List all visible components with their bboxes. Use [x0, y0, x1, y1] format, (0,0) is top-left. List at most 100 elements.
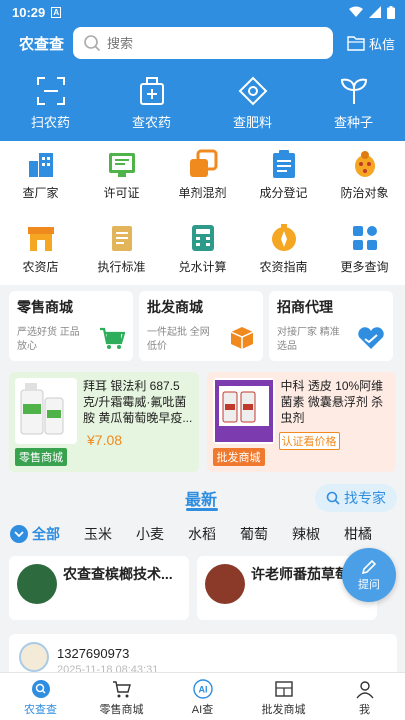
more-grid-icon: [352, 226, 377, 250]
find-expert-button[interactable]: 找专家: [315, 484, 397, 512]
search-box[interactable]: [73, 27, 333, 59]
grid-item-guide[interactable]: 农资指南: [243, 223, 324, 289]
pesticide-bottle-icon: [139, 77, 164, 105]
product-name: 中科 透皮 10%阿维菌素 微囊悬浮剂 杀虫剂: [280, 379, 384, 425]
search-input[interactable]: [107, 35, 307, 51]
shop-title: 批发商城: [147, 299, 203, 315]
grid-item-target[interactable]: 防治对象: [324, 149, 405, 215]
shop-subtitle: 一件起批 全网低价: [147, 327, 210, 352]
tab-me[interactable]: 我: [324, 673, 405, 720]
quick-search-pesticide[interactable]: 查农药: [101, 76, 202, 131]
grid-label: 农资店: [22, 260, 59, 274]
ask-question-label: 提问: [358, 579, 380, 591]
grid-label: 单剂混剂: [178, 186, 227, 200]
category-tab[interactable]: 柑橘: [344, 524, 372, 544]
tab-label: 零售商城: [99, 704, 144, 716]
grid-item-factory[interactable]: 查厂家: [0, 149, 81, 215]
header: 农查查 私信: [0, 26, 405, 60]
function-grid: 查厂家 许可证 单剂混剂 成分登记 防治对象 农资店 执行标准 兑水计算 农资指…: [0, 141, 405, 285]
category-tabs: 全部 玉米 小麦 水稻 葡萄 辣椒 柑橘: [0, 522, 405, 546]
compass-icon: [271, 224, 296, 251]
status-time: 10:29: [12, 4, 46, 20]
category-tab[interactable]: 玉米: [84, 524, 112, 544]
ai-icon: AI: [192, 679, 213, 699]
bug-icon: [354, 151, 375, 177]
private-message-label: 私信: [369, 36, 396, 52]
signal-icon: [369, 6, 381, 18]
license-icon: [108, 153, 135, 177]
product-card-retail[interactable]: 拜耳 银法利 687.5克/升霜霉威·氟吡菌胺 黄瓜葡萄晚早疫... ¥7.08…: [9, 372, 199, 472]
latest-title[interactable]: 最新: [185, 486, 217, 510]
feed-card[interactable]: 农查查槟榔技术...: [9, 556, 189, 620]
product-price: ¥7.08: [87, 432, 123, 448]
tab-wholesale[interactable]: 批发商城: [243, 673, 324, 720]
grid-label: 农资指南: [259, 260, 308, 274]
product-card-wholesale[interactable]: 中科 透皮 10%阿维菌素 微囊悬浮剂 杀虫剂 认证看价格 批发商城: [206, 372, 396, 472]
find-expert-label: 找专家: [344, 490, 386, 506]
feed-title: 农查查槟榔技术...: [63, 566, 173, 582]
grid-item-mix[interactable]: 单剂混剂: [162, 149, 243, 215]
sim-icon: A: [51, 6, 62, 18]
shop-card-wholesale[interactable]: 批发商城 一件起批 全网低价: [139, 291, 263, 361]
pencil-icon: [361, 559, 377, 575]
store-icon: [27, 227, 54, 251]
quick-search-fertilizer[interactable]: 查肥料: [202, 76, 303, 131]
grid-item-register[interactable]: 成分登记: [243, 149, 324, 215]
latest-underline: [186, 508, 218, 511]
grid-item-more[interactable]: 更多查询: [324, 223, 405, 289]
cart-icon: [100, 327, 125, 349]
grid-item-calculator[interactable]: 兑水计算: [162, 223, 243, 289]
grid-row: 农资店 执行标准 兑水计算 农资指南 更多查询: [0, 223, 405, 289]
tab-label: 我: [359, 704, 370, 716]
grid-label: 更多查询: [340, 260, 389, 274]
svg-text:AI: AI: [198, 685, 207, 695]
tab-retail[interactable]: 零售商城: [81, 673, 162, 720]
factory-icon: [28, 153, 53, 177]
quick-label: 查种子: [333, 115, 373, 130]
category-tab[interactable]: 葡萄: [240, 524, 268, 544]
shop-card-retail[interactable]: 零售商城 严选好货 正品放心: [9, 291, 133, 361]
tab-ai[interactable]: AI AI查: [162, 673, 243, 720]
bottom-tab-bar: 农查查 零售商城 AI AI查 批发商城 我: [0, 672, 405, 720]
cart-icon: [112, 681, 131, 698]
private-message-button[interactable]: 私信: [347, 34, 395, 53]
category-tab[interactable]: 水稻: [188, 524, 216, 544]
grid-item-license[interactable]: 许可证: [81, 149, 162, 215]
grid-label: 查厂家: [22, 186, 59, 200]
product-name: 拜耳 银法利 687.5克/升霜霉威·氟吡菌胺 黄瓜葡萄晚早疫...: [83, 379, 193, 425]
grid-item-store[interactable]: 农资店: [0, 223, 81, 289]
wholesale-icon: [274, 681, 293, 697]
grid-item-standard[interactable]: 执行标准: [81, 223, 162, 289]
quick-scan-pesticide[interactable]: 扫农药: [0, 76, 101, 131]
search-icon: [84, 35, 101, 52]
category-all[interactable]: 全部: [10, 524, 60, 544]
brand-title: 农查查: [19, 35, 65, 53]
category-tab[interactable]: 小麦: [136, 524, 164, 544]
user-icon: [355, 681, 374, 699]
status-icons: [349, 5, 395, 19]
shop-card-agency[interactable]: 招商代理 对接厂家 精准选品: [269, 291, 393, 361]
post-author: 1327690973: [57, 646, 130, 661]
shop-title: 招商代理: [277, 299, 333, 315]
product-tag: 批发商城: [212, 448, 265, 466]
verify-price-button[interactable]: 认证看价格: [278, 432, 340, 450]
tab-home[interactable]: 农查查: [0, 673, 81, 720]
top-bar: 10:29 A 农查查 私信 扫农药 查农药 查肥料: [0, 0, 405, 141]
product-tag: 零售商城: [15, 448, 67, 466]
box-icon: [230, 327, 254, 349]
quick-label: 查肥料: [232, 115, 272, 130]
ask-question-button[interactable]: 提问: [342, 548, 396, 602]
quick-label: 扫农药: [30, 115, 70, 130]
category-tab[interactable]: 辣椒: [292, 524, 320, 544]
shop-title: 零售商城: [17, 299, 73, 315]
tab-label: 农查查: [24, 704, 57, 716]
register-icon: [272, 150, 295, 178]
fertilizer-bag-icon: [238, 76, 267, 106]
grid-label: 执行标准: [97, 260, 146, 274]
sprout-icon: [340, 78, 367, 104]
search-icon: [326, 491, 340, 505]
status-bar: 10:29 A: [0, 0, 405, 24]
quick-search-seed[interactable]: 查种子: [303, 76, 404, 131]
battery-icon: [387, 5, 395, 19]
grid-label: 防治对象: [340, 186, 389, 200]
